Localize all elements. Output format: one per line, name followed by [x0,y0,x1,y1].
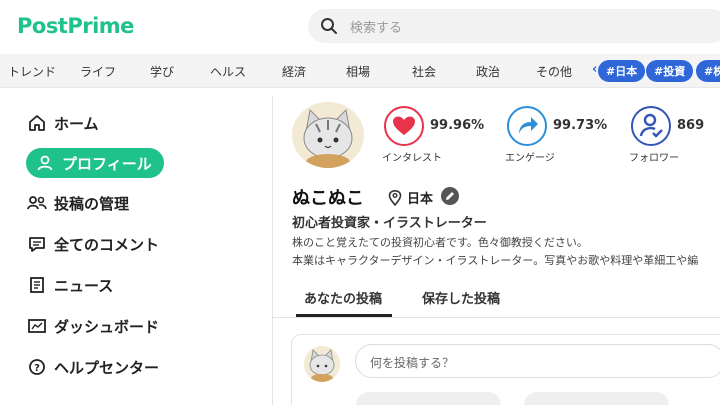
sidebar-item-label: ヘルプセンター [54,358,160,377]
category-trend[interactable]: トレンド [8,63,56,80]
tag-investment[interactable]: #投資 [646,60,694,82]
logo-post: Post [17,14,68,38]
tag-japan[interactable]: #日本 [598,60,646,82]
avatar[interactable] [292,102,364,168]
sidebar-item-label: プロフィール [62,154,152,173]
logo-prime: Prime [67,14,134,38]
profile-bio-line-1: 株のこと覚えたての投資初心者です。色々御教授ください。 [292,236,588,249]
category-market[interactable]: 相場 [346,63,370,80]
profile-name: ぬこぬこ [292,188,364,209]
engage-value: 99.73% [553,118,608,133]
search-bar[interactable]: 検索する [308,9,720,43]
sidebar-item-label: 投稿の管理 [54,194,130,213]
category-life[interactable]: ライフ [80,63,116,80]
profile-location: 日本 [388,188,433,207]
post-input[interactable]: 何を投稿する？ [355,344,720,378]
composer-avatar [304,346,340,382]
sidebar-item-dashboard[interactable]: ダッシュボード [26,311,159,341]
comment-icon [26,235,48,253]
followers-label: フォロワー [629,153,679,164]
interest-value: 99.96% [430,118,485,133]
search-icon [321,18,337,34]
profile-bio-line-2: 本業はキャラクターデザイン・イラストレーター。写真やお歌や料理や革細工や編 [292,254,699,267]
location-pin-icon [388,189,402,206]
category-society[interactable]: 社会 [412,63,436,80]
category-other[interactable]: その他 [536,63,572,80]
location-text: 日本 [407,192,434,207]
sidebar-item-label: ダッシュボード [54,317,160,336]
users-icon [26,195,48,211]
category-economy[interactable]: 経済 [282,63,306,80]
composer-option-button[interactable] [356,392,501,405]
edit-profile-button[interactable] [441,187,459,205]
header: PostPrime 検索する [0,0,720,54]
post-input-placeholder: 何を投稿する？ [370,356,455,370]
category-politics[interactable]: 政治 [476,63,500,80]
category-health[interactable]: ヘルス [210,63,246,80]
logo[interactable]: PostPrime [17,14,134,38]
composer-option-button[interactable] [524,392,669,405]
pencil-icon [446,192,454,200]
sidebar-item-label: ホーム [54,114,99,133]
dashboard-icon [26,318,48,334]
cat-avatar-image [292,102,364,168]
sidebar-item-profile[interactable]: プロフィール [26,148,164,178]
share-arrow-icon [507,106,547,146]
engage-label: エンゲージ [505,153,555,164]
sidebar-item-manage-posts[interactable]: 投稿の管理 [26,188,129,218]
sidebar-item-help-center[interactable]: ? ヘルプセンター [26,352,159,382]
interest-label: インタレスト [382,153,442,164]
sidebar-item-all-comments[interactable]: 全てのコメント [26,229,159,259]
sidebar-item-home[interactable]: ホーム [26,108,99,138]
sidebar-item-label: ニュース [54,276,114,295]
svg-text:?: ? [34,363,40,374]
search-placeholder: 検索する [350,21,403,36]
followers-value: 869 [677,118,705,133]
chevron-left-icon[interactable]: ‹ [592,62,597,77]
sidebar-divider [272,96,273,405]
tab-your-posts[interactable]: あなたの投稿 [304,288,382,307]
sidebar-item-news[interactable]: ニュース [26,270,113,300]
category-bar: トレンド ライフ 学び ヘルス 経済 相場 社会 政治 その他 ‹ #日本 #投… [0,54,720,88]
help-icon: ? [26,358,48,376]
tag-stocks[interactable]: #株元 [696,60,720,82]
category-learn[interactable]: 学び [150,63,174,80]
user-icon [34,154,56,172]
user-check-icon [631,106,671,146]
cat-avatar-image [304,346,340,382]
profile-title: 初心者投資家・イラストレーター [292,216,487,231]
home-icon [26,114,48,132]
news-icon [26,276,48,294]
sidebar-item-label: 全てのコメント [54,235,160,254]
tabs-divider [273,317,720,318]
heart-icon [384,106,424,146]
tab-saved-posts[interactable]: 保存した投稿 [422,288,500,307]
